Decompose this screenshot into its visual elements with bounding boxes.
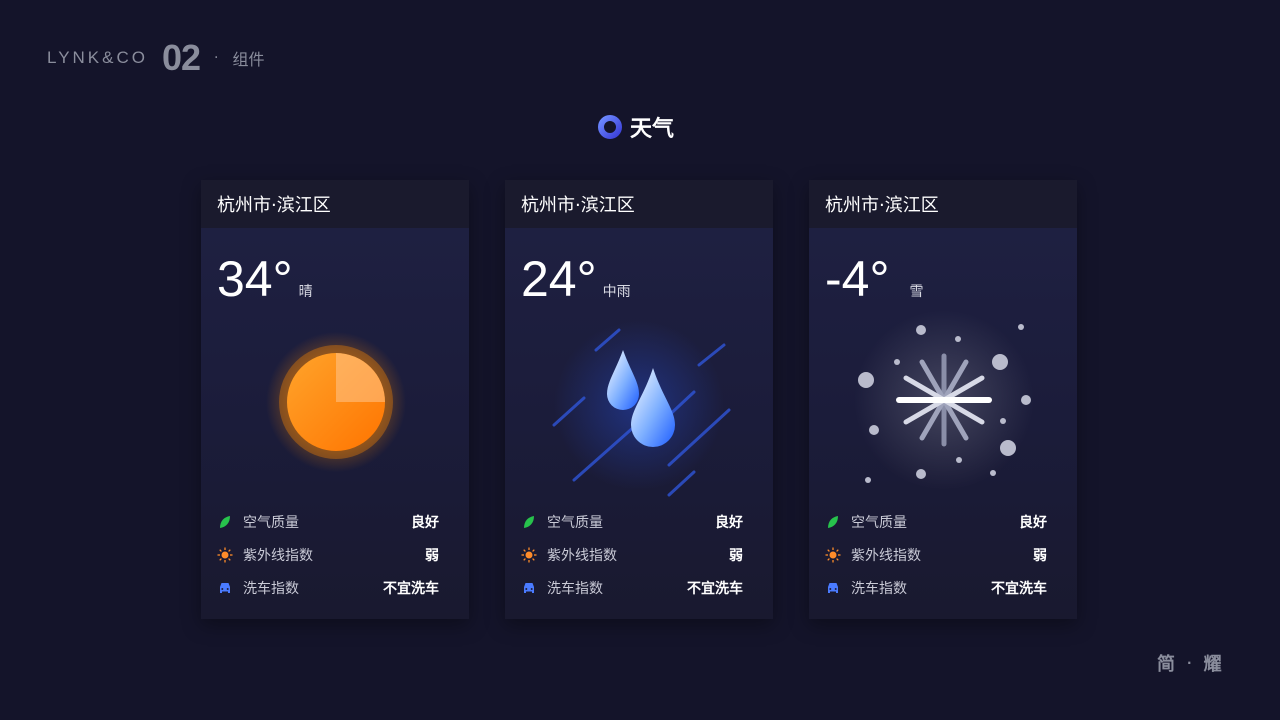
- sun-small-icon: [825, 547, 841, 562]
- stat-label: 空气质量: [851, 514, 907, 531]
- sun-small-icon: [217, 547, 233, 562]
- card-location: 杭州市·滨江区: [201, 180, 469, 228]
- ring-logo-icon: [598, 115, 622, 139]
- footer-separator: ·: [1187, 656, 1192, 670]
- temperature-row: -4° 雪: [825, 254, 923, 304]
- section-title-text: 天气: [630, 117, 675, 142]
- stat-uv-index: 紫外线指数 弱: [521, 538, 743, 571]
- stat-value: 不宜洗车: [383, 580, 439, 597]
- car-icon: [220, 582, 230, 593]
- stat-label: 紫外线指数: [547, 547, 617, 564]
- stat-value: 弱: [425, 547, 439, 564]
- stat-value: 良好: [1019, 514, 1047, 531]
- car-icon: [524, 582, 534, 593]
- section-title: 天气: [597, 112, 674, 142]
- stat-air-quality: 空气质量 良好: [825, 505, 1047, 538]
- condition: 中雨: [602, 284, 631, 300]
- stat-car-wash: 洗车指数 不宜洗车: [521, 571, 743, 604]
- stat-label: 洗车指数: [851, 580, 907, 597]
- stat-air-quality: 空气质量 良好: [521, 505, 743, 538]
- card-location: 杭州市·滨江区: [809, 180, 1077, 228]
- condition: 晴: [298, 284, 313, 300]
- sun-small-icon: [521, 547, 537, 562]
- brand-header: LYNK&CO 02 · 组件: [47, 37, 265, 78]
- weather-card-rain[interactable]: 杭州市·滨江区 24° 中雨 空气质量 良好 紫外线指数 弱 洗车指数 不宜洗车: [505, 180, 773, 619]
- stat-label: 紫外线指数: [243, 547, 313, 564]
- condition: 雪: [909, 284, 924, 300]
- stat-car-wash: 洗车指数 不宜洗车: [825, 571, 1047, 604]
- stat-label: 空气质量: [243, 514, 299, 531]
- footer-signature: 简 · 耀: [1157, 650, 1222, 676]
- stat-value: 不宜洗车: [687, 580, 743, 597]
- stat-uv-index: 紫外线指数 弱: [825, 538, 1047, 571]
- leaf-icon: [524, 515, 534, 528]
- stat-uv-index: 紫外线指数 弱: [217, 538, 439, 571]
- stat-value: 良好: [411, 514, 439, 531]
- stat-value: 弱: [1033, 547, 1047, 564]
- temperature: 24°: [521, 251, 597, 307]
- temperature: -4°: [825, 251, 890, 307]
- sun-icon: [266, 332, 406, 472]
- leaf-icon: [220, 515, 230, 528]
- weather-card-snow[interactable]: 杭州市·滨江区 -4° 雪 空气质量 良好 紫外线指数 弱 洗车指数 不宜洗车: [809, 180, 1077, 619]
- stat-label: 空气质量: [547, 514, 603, 531]
- temperature: 34°: [217, 251, 293, 307]
- stat-value: 良好: [715, 514, 743, 531]
- stat-label: 洗车指数: [547, 580, 603, 597]
- brand-separator: ·: [214, 50, 219, 66]
- stat-value: 不宜洗车: [991, 580, 1047, 597]
- stat-label: 紫外线指数: [851, 547, 921, 564]
- raindrops-icon: [552, 320, 731, 497]
- stats-list: 空气质量 良好 紫外线指数 弱 洗车指数 不宜洗车: [825, 505, 1047, 604]
- stats-list: 空气质量 良好 紫外线指数 弱 洗车指数 不宜洗车: [217, 505, 439, 604]
- footer-right: 耀: [1203, 654, 1222, 675]
- temperature-row: 24° 中雨: [521, 254, 631, 304]
- stat-car-wash: 洗车指数 不宜洗车: [217, 571, 439, 604]
- leaf-icon: [828, 515, 838, 528]
- card-location: 杭州市·滨江区: [505, 180, 773, 228]
- brand-subtitle: 组件: [232, 50, 265, 69]
- car-icon: [828, 582, 838, 593]
- snowflake-icon: [854, 310, 1034, 490]
- stats-list: 空气质量 良好 紫外线指数 弱 洗车指数 不宜洗车: [521, 505, 743, 604]
- stat-air-quality: 空气质量 良好: [217, 505, 439, 538]
- weather-card-sunny[interactable]: 杭州市·滨江区 34° 晴 空气质量 良好 紫外线指数 弱 洗车指数 不宜洗车: [201, 180, 469, 619]
- temperature-row: 34° 晴: [217, 254, 313, 304]
- footer-left: 简: [1157, 654, 1175, 675]
- brand-logo: LYNK&CO: [47, 48, 148, 67]
- brand-number: 02: [162, 37, 201, 78]
- stat-label: 洗车指数: [243, 580, 299, 597]
- stat-value: 弱: [729, 547, 743, 564]
